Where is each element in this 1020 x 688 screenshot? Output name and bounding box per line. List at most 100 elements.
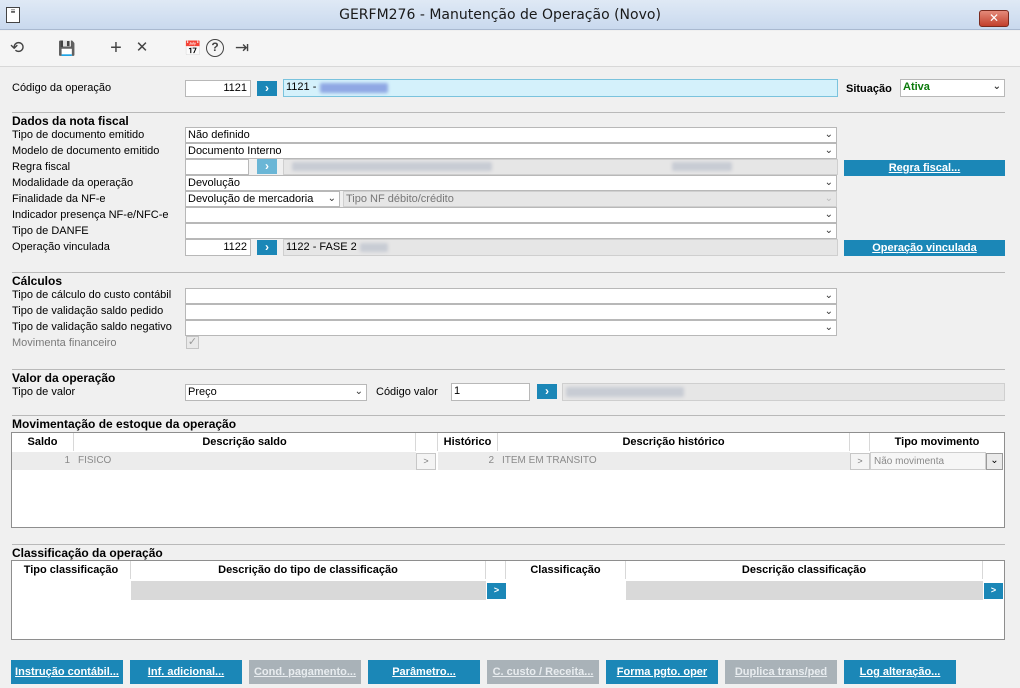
custo-select[interactable]: ⌄: [185, 288, 837, 304]
chevron-down-icon: ⌄: [824, 290, 833, 301]
undo-icon[interactable]: ⟲: [6, 37, 28, 59]
redacted-text: [672, 162, 732, 171]
calendar-icon[interactable]: 📅: [182, 37, 204, 59]
column-header-saldo[interactable]: Saldo: [12, 433, 74, 451]
parametro-button[interactable]: Parâmetro...: [368, 660, 480, 684]
inf-adicional-button[interactable]: Inf. adicional...: [130, 660, 242, 684]
cell-historico: 2: [438, 452, 498, 470]
tipo-nf-value: Tipo NF débito/crédito: [346, 193, 454, 205]
tipo-nf-select: Tipo NF débito/crédito ⌄: [343, 191, 837, 207]
chevron-down-icon: ⌄: [824, 145, 833, 156]
column-header-spacer: [416, 433, 438, 451]
modelo-documento-select[interactable]: Documento Interno ⌄: [185, 143, 837, 159]
regra-fiscal-button[interactable]: Regra fiscal...: [844, 160, 1005, 176]
cell-classificacao[interactable]: [506, 581, 626, 600]
duplica-trans-button[interactable]: Duplica trans/ped: [725, 660, 837, 684]
column-header-descricao-saldo[interactable]: Descrição saldo: [74, 433, 416, 451]
save-icon[interactable]: 💾: [56, 37, 78, 59]
column-header-descricao-classificacao[interactable]: Descrição classificação: [626, 561, 983, 579]
chevron-down-icon: ⌄: [992, 81, 1001, 92]
vinculada-code-input[interactable]: 1122: [185, 239, 251, 256]
finalidade-value: Devolução de mercadoria: [188, 193, 314, 205]
regra-fiscal-label: Regra fiscal: [12, 161, 71, 173]
cell-saldo: 1: [12, 452, 74, 470]
cell-descricao-historico: ITEM EM TRANSITO: [498, 452, 850, 470]
exit-icon[interactable]: ⇥: [231, 37, 253, 59]
forma-pgto-button[interactable]: Forma pgto. oper: [606, 660, 718, 684]
regra-fiscal-code-input[interactable]: [185, 159, 249, 175]
codigo-valor-label: Código valor: [376, 386, 438, 398]
cell-descricao-classificacao: [626, 581, 983, 600]
historico-lookup-button[interactable]: >: [850, 453, 870, 470]
saldo-negativo-label: Tipo de validação saldo negativo: [12, 321, 172, 333]
tipo-valor-value: Preço: [188, 386, 217, 398]
tipo-lookup-button[interactable]: >: [487, 583, 506, 599]
column-header-tipo-movimento[interactable]: Tipo movimento: [870, 433, 1004, 451]
log-alteracao-button[interactable]: Log alteração...: [844, 660, 956, 684]
tipo-documento-label: Tipo de documento emitido: [12, 129, 145, 141]
column-header-descricao-historico[interactable]: Descrição histórico: [498, 433, 850, 451]
add-icon[interactable]: +: [105, 37, 127, 59]
section-divider: [12, 272, 1005, 273]
tipo-valor-select[interactable]: Preço ⌄: [185, 384, 367, 401]
close-button[interactable]: ✕: [979, 10, 1009, 27]
chevron-down-icon[interactable]: ⌄: [986, 453, 1003, 470]
modelo-documento-label: Modelo de documento emitido: [12, 145, 160, 157]
column-header-classificacao[interactable]: Classificação: [506, 561, 626, 579]
cell-tipo-movimento[interactable]: Não movimenta: [870, 452, 986, 470]
section-divider: [12, 112, 1005, 113]
chevron-down-icon: ⌄: [824, 209, 833, 220]
saldo-pedido-select[interactable]: ⌄: [185, 304, 837, 320]
finalidade-select[interactable]: Devolução de mercadoria ⌄: [185, 191, 340, 207]
vinculada-go-button[interactable]: ›: [257, 240, 277, 255]
modalidade-label: Modalidade da operação: [12, 177, 134, 189]
cell-descricao-saldo: FISICO: [74, 452, 416, 470]
c-custo-receita-button[interactable]: C. custo / Receita...: [487, 660, 599, 684]
column-header-spacer: [486, 561, 506, 579]
saldo-negativo-select[interactable]: ⌄: [185, 320, 837, 336]
saldo-lookup-button[interactable]: >: [416, 453, 436, 470]
financeiro-checkbox[interactable]: ✓: [186, 336, 199, 349]
column-header-descricao-tipo[interactable]: Descrição do tipo de classificação: [131, 561, 486, 579]
indicador-label: Indicador presença NF-e/NFC-e: [12, 209, 169, 221]
regra-fiscal-go-button[interactable]: ›: [257, 159, 277, 174]
column-header-tipo-classificacao[interactable]: Tipo classificação: [12, 561, 131, 579]
financeiro-label: Movimenta financeiro: [12, 337, 117, 349]
redacted-text: [292, 162, 492, 171]
tipo-valor-label: Tipo de valor: [12, 386, 76, 398]
chevron-down-icon: ⌄: [824, 177, 833, 188]
code-go-button[interactable]: ›: [257, 81, 277, 96]
chevron-down-icon: ⌄: [354, 386, 363, 397]
column-header-historico[interactable]: Histórico: [438, 433, 498, 451]
remove-icon[interactable]: ✕: [131, 37, 153, 59]
indicador-select[interactable]: ⌄: [185, 207, 837, 223]
modalidade-select[interactable]: Devolução ⌄: [185, 175, 837, 191]
cond-pagamento-button[interactable]: Cond. pagamento...: [249, 660, 361, 684]
vinculada-label: Operação vinculada: [12, 241, 110, 253]
tipo-documento-select[interactable]: Não definido ⌄: [185, 127, 837, 143]
codigo-valor-go-button[interactable]: ›: [537, 384, 557, 399]
danfe-select[interactable]: ⌄: [185, 223, 837, 239]
section-divider: [12, 369, 1005, 370]
chevron-down-icon: ⌄: [824, 225, 833, 236]
operacao-vinculada-button[interactable]: Operação vinculada: [844, 240, 1005, 256]
valor-section-title: Valor da operação: [12, 371, 116, 385]
help-icon[interactable]: ?: [206, 39, 224, 57]
operation-description-text: 1121 -: [286, 81, 317, 93]
situation-select[interactable]: Ativa ⌄: [900, 79, 1005, 97]
window-title: GERFM276 - Manutenção de Operação (Novo): [339, 7, 661, 23]
situation-value: Ativa: [903, 81, 930, 93]
chevron-down-icon: ⌄: [824, 129, 833, 140]
instrucao-contabil-button[interactable]: Instrução contábil...: [11, 660, 123, 684]
codigo-valor-input[interactable]: 1: [451, 383, 530, 401]
code-input[interactable]: 1121: [185, 80, 251, 97]
chevron-down-icon: ⌄: [824, 322, 833, 333]
classificacao-lookup-button[interactable]: >: [984, 583, 1003, 599]
danfe-label: Tipo de DANFE: [12, 225, 89, 237]
chevron-down-icon: ⌄: [824, 193, 833, 204]
cell-tipo-classificacao[interactable]: [12, 581, 131, 600]
custo-label: Tipo de cálculo do custo contábil: [12, 289, 172, 301]
cell-descricao-tipo: [131, 581, 486, 600]
situation-label: Situação: [846, 83, 892, 95]
redacted-text: [566, 387, 684, 397]
